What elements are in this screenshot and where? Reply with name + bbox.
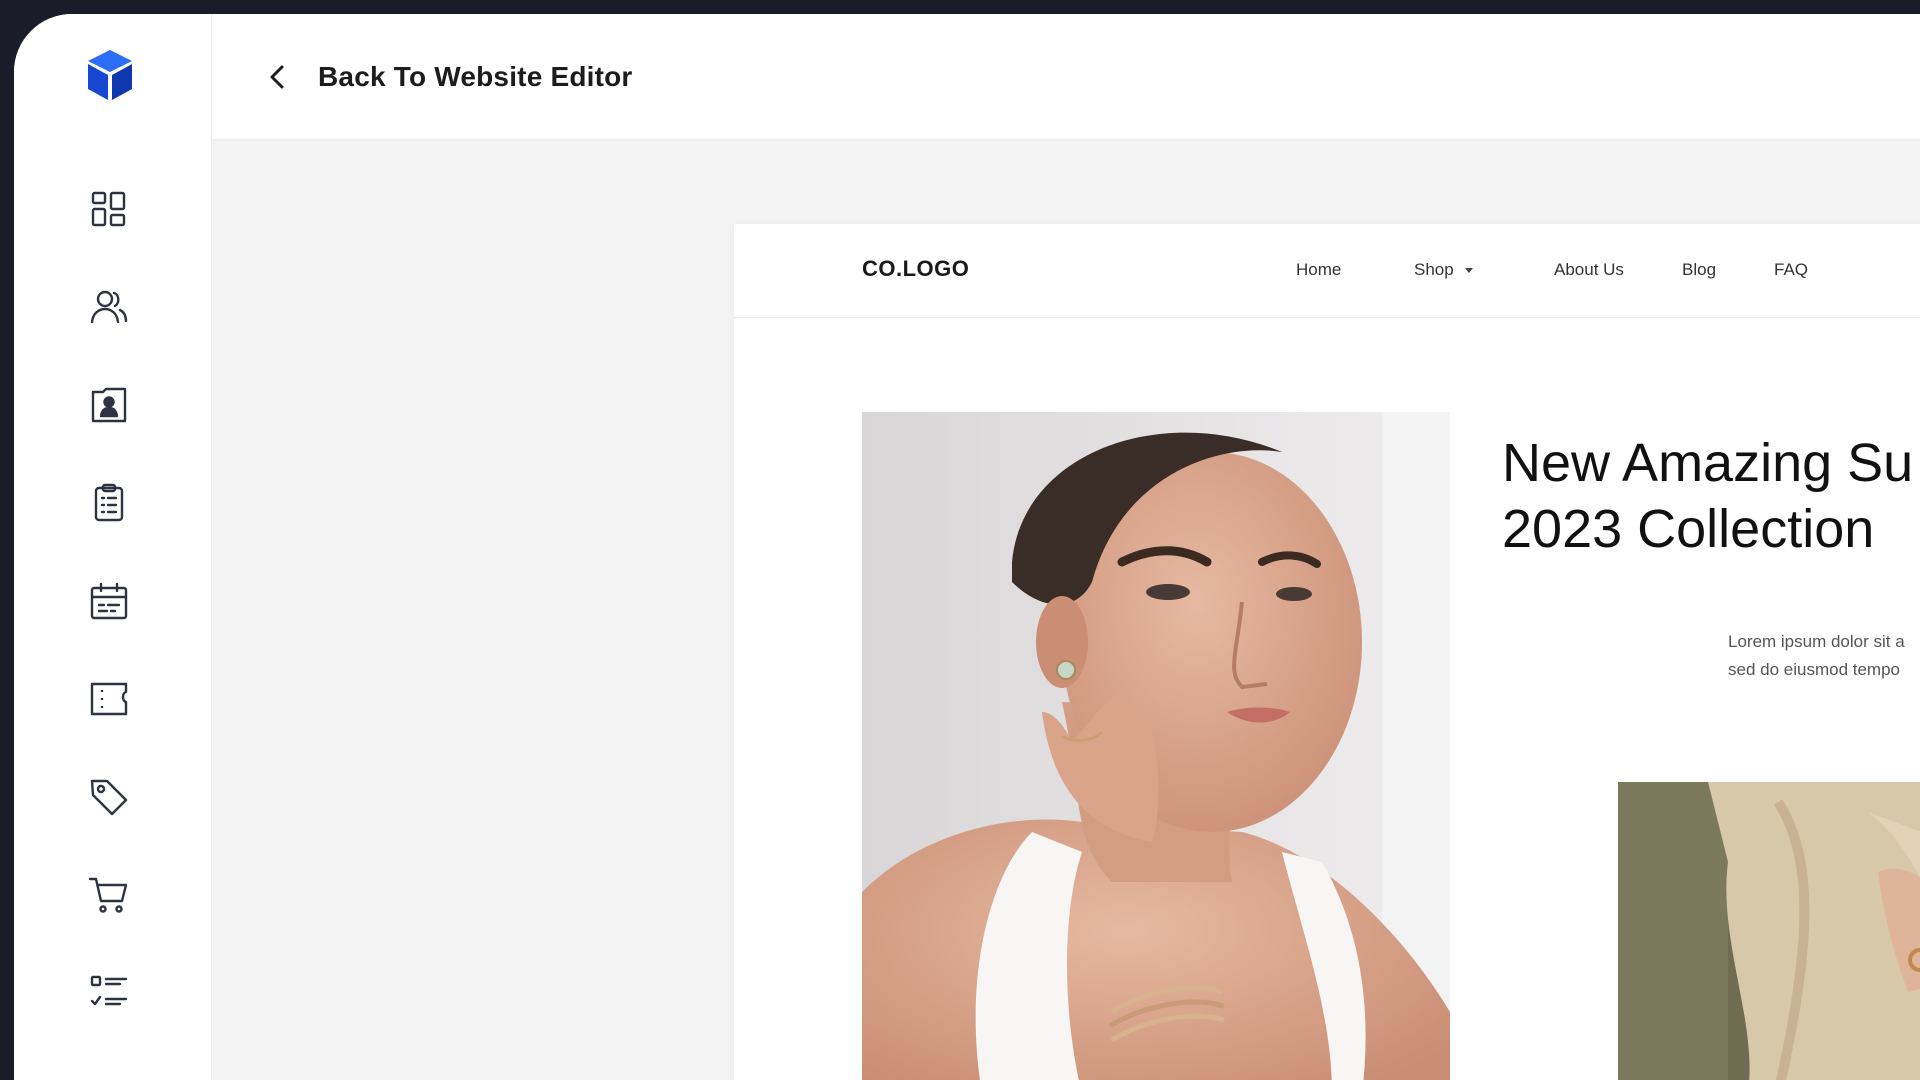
chevron-down-icon — [1464, 268, 1473, 273]
contact-card-icon — [91, 387, 127, 423]
product-image — [1618, 782, 1920, 1080]
top-bar: Back To Website Editor — [212, 14, 1920, 140]
ticket-icon — [90, 682, 128, 716]
hero-title: New Amazing Su 2023 Collection — [1502, 430, 1913, 562]
preview-header: CO.LOGO Home Shop About Us Blog FAQ — [734, 224, 1920, 318]
calendar-icon — [90, 582, 128, 620]
hero-description-line-2: sed do eiusmod tempo — [1728, 660, 1900, 679]
back-to-editor-button[interactable]: Back To Website Editor — [264, 54, 633, 100]
device-frame: Back To Website Editor CO.LOGO Home Shop… — [0, 0, 1920, 1080]
app-screen: Back To Website Editor CO.LOGO Home Shop… — [14, 14, 1920, 1080]
preview-nav-home[interactable]: Home — [1296, 260, 1341, 280]
website-preview[interactable]: CO.LOGO Home Shop About Us Blog FAQ New … — [734, 224, 1920, 1080]
tag-icon — [90, 779, 128, 816]
preview-nav-shop[interactable]: Shop — [1414, 260, 1474, 280]
cube-logo-icon[interactable] — [80, 44, 140, 104]
sidebar-item-orders[interactable] — [86, 480, 132, 526]
preview-nav-shop-label: Shop — [1414, 260, 1454, 279]
hero-description: Lorem ipsum dolor sit a sed do eiusmod t… — [1728, 628, 1905, 684]
preview-nav-faq[interactable]: FAQ — [1774, 260, 1808, 280]
sidebar-item-calendar[interactable] — [86, 578, 132, 624]
cart-icon — [88, 877, 128, 913]
preview-nav: Home Shop About Us Blog FAQ — [734, 260, 1920, 284]
hero-description-line-1: Lorem ipsum dolor sit a — [1728, 632, 1905, 651]
sidebar-item-tickets[interactable] — [86, 676, 132, 722]
hero-model-image — [862, 412, 1450, 1080]
preview-nav-blog[interactable]: Blog — [1682, 260, 1716, 280]
sidebar — [14, 14, 212, 1080]
hero-title-line-2: 2023 Collection — [1502, 499, 1875, 559]
sidebar-item-cart[interactable] — [86, 872, 132, 918]
sidebar-item-discounts[interactable] — [86, 774, 132, 820]
checklist-icon — [90, 975, 128, 1006]
sidebar-item-tasks[interactable] — [86, 970, 132, 1016]
sidebar-item-users[interactable] — [86, 284, 132, 330]
dashboard-grid-icon — [91, 191, 126, 227]
users-icon — [90, 290, 128, 324]
back-to-editor-label: Back To Website Editor — [318, 61, 633, 92]
clipboard-list-icon — [94, 483, 124, 522]
sidebar-item-dashboard[interactable] — [86, 186, 132, 232]
chevron-left-icon — [270, 65, 284, 89]
preview-nav-about[interactable]: About Us — [1554, 260, 1624, 280]
hero-title-line-1: New Amazing Su — [1502, 433, 1914, 493]
sidebar-item-contacts[interactable] — [86, 382, 132, 428]
editor-canvas: CO.LOGO Home Shop About Us Blog FAQ New … — [212, 140, 1920, 1080]
